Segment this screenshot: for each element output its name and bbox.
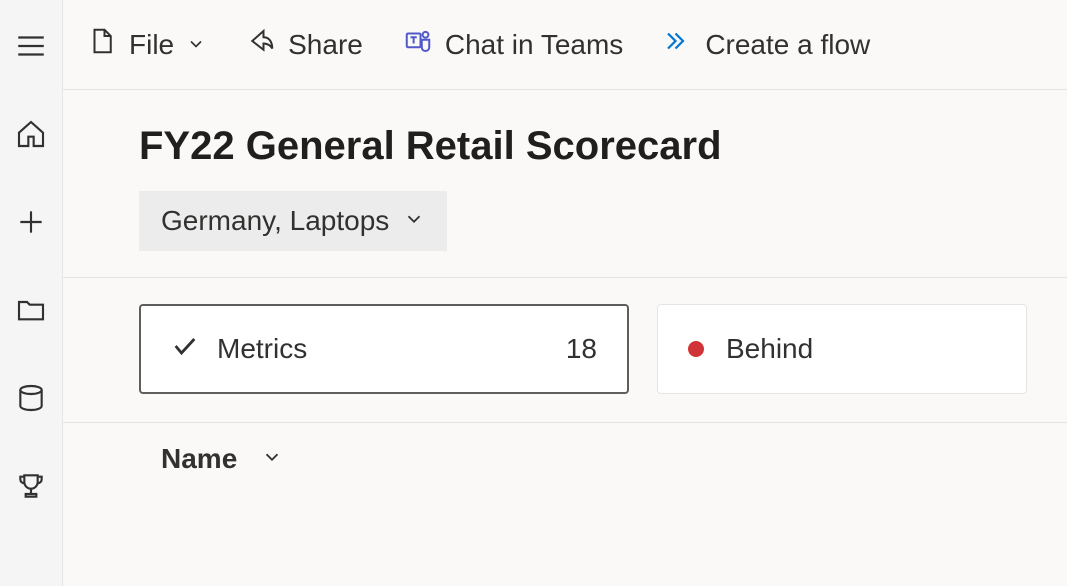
file-menu[interactable]: File: [87, 26, 206, 63]
column-name-label: Name: [161, 443, 237, 475]
chat-label: Chat in Teams: [445, 29, 623, 61]
divider: [63, 277, 1067, 278]
filter-chip[interactable]: Germany, Laptops: [139, 191, 447, 251]
column-header-name[interactable]: Name: [161, 443, 283, 475]
flow-icon: [663, 26, 693, 63]
metrics-value: 18: [566, 333, 597, 365]
trophy-icon[interactable]: [13, 468, 49, 504]
content-area: FY22 General Retail Scorecard Germany, L…: [63, 90, 1067, 586]
chevron-down-icon: [261, 443, 283, 475]
plus-icon[interactable]: [13, 204, 49, 240]
create-flow-button[interactable]: Create a flow: [663, 26, 870, 63]
chevron-down-icon: [186, 29, 206, 61]
share-icon: [246, 26, 276, 63]
divider: [63, 422, 1067, 423]
table-header-row: Name: [139, 443, 1027, 475]
filter-label: Germany, Laptops: [161, 205, 389, 237]
nav-rail: [0, 0, 62, 586]
chat-teams-button[interactable]: Chat in Teams: [403, 26, 623, 63]
hamburger-menu-icon[interactable]: [13, 28, 49, 64]
status-dot-icon: [688, 341, 704, 357]
database-icon[interactable]: [13, 380, 49, 416]
behind-label: Behind: [726, 333, 813, 365]
metrics-label: Metrics: [217, 333, 307, 365]
metrics-card[interactable]: Metrics 18: [139, 304, 629, 394]
file-label: File: [129, 29, 174, 61]
checkmark-icon: [171, 332, 217, 367]
page-title: FY22 General Retail Scorecard: [139, 124, 1027, 169]
summary-cards: Metrics 18 Behind: [139, 304, 1027, 394]
home-icon[interactable]: [13, 116, 49, 152]
main-area: File Share Chat in Teams Create a flow F…: [62, 0, 1067, 586]
behind-card[interactable]: Behind: [657, 304, 1027, 394]
share-button[interactable]: Share: [246, 26, 363, 63]
share-label: Share: [288, 29, 363, 61]
toolbar: File Share Chat in Teams Create a flow: [63, 0, 1067, 90]
folder-icon[interactable]: [13, 292, 49, 328]
flow-label: Create a flow: [705, 29, 870, 61]
file-icon: [87, 26, 117, 63]
chevron-down-icon: [403, 205, 425, 237]
teams-icon: [403, 26, 433, 63]
